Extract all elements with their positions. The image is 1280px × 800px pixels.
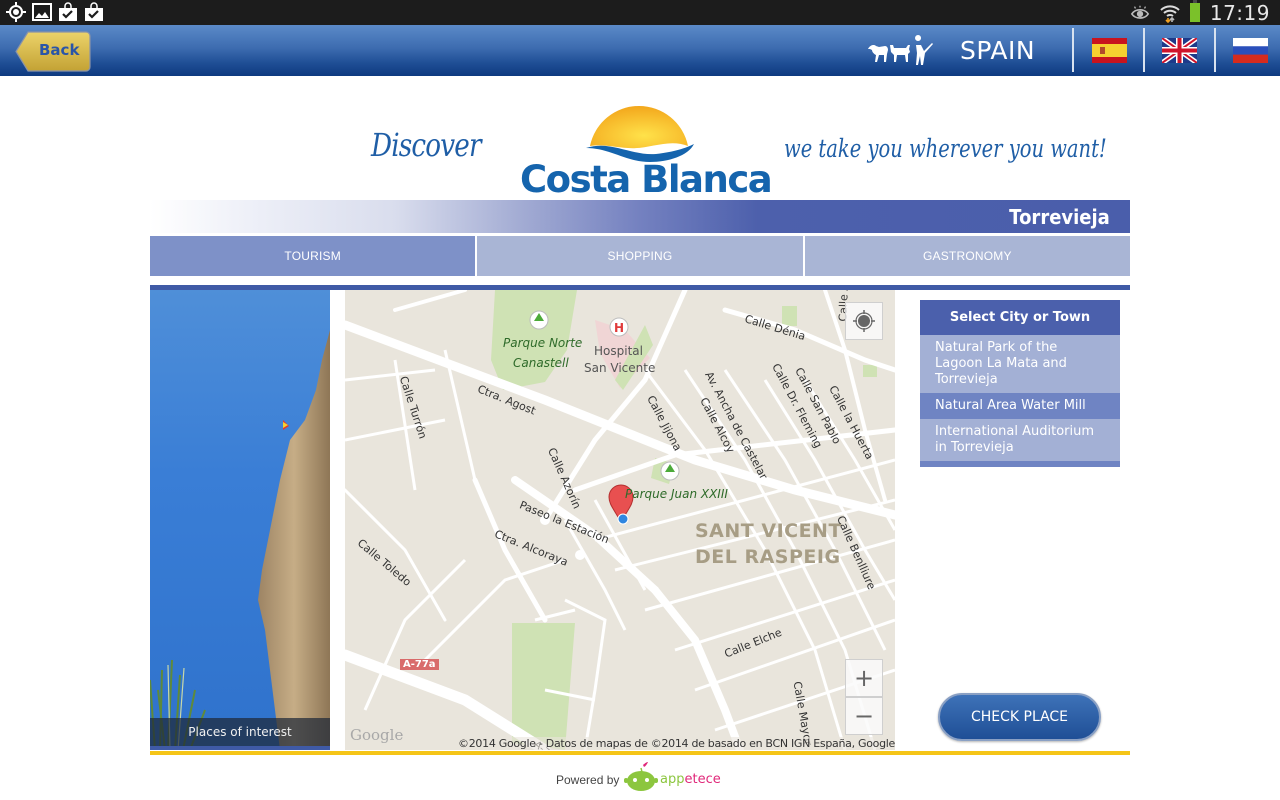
divider	[150, 746, 330, 750]
svg-text:H: H	[614, 321, 624, 335]
flag-uk-icon[interactable]	[1160, 35, 1199, 66]
zoom-in-button[interactable]: +	[845, 659, 883, 697]
my-location-button[interactable]	[845, 302, 883, 340]
map-city-label: SANT VICENT	[695, 520, 842, 542]
back-button[interactable]: Back	[15, 31, 91, 72]
city-name: Torrevieja	[1009, 205, 1110, 229]
city-selector-header: Select City or Town	[920, 300, 1120, 335]
flag-russia-icon[interactable]	[1233, 38, 1268, 63]
list-item[interactable]: Natural Area Water Mill	[920, 393, 1120, 419]
slogan: we take you wherever you want!	[784, 134, 1107, 163]
app-header: Back SPAIN	[0, 25, 1280, 76]
park-icon	[529, 310, 549, 330]
list-item[interactable]: International Auditorium in Torrevieja	[920, 419, 1120, 461]
list-item[interactable]: Natural Park of the Lagoon La Mata and T…	[920, 335, 1120, 393]
brand-etece: etece	[684, 772, 721, 787]
map-label: Parque Juan XXIII	[625, 487, 728, 501]
map-label: San Vicente	[584, 361, 656, 375]
divider	[920, 461, 1120, 467]
gallery-icon	[32, 2, 52, 22]
shopping-bag-check-icon	[84, 2, 104, 22]
divider	[1214, 28, 1216, 72]
powered-by-label: Powered by	[556, 773, 620, 787]
map-attribution[interactable]: ©2014 Google - Datos de mapas de ©2014 d…	[458, 737, 895, 750]
my-location-icon	[853, 310, 875, 332]
flag-spain-icon[interactable]	[1092, 38, 1127, 63]
shopping-bag-check-icon	[58, 2, 78, 22]
logo-text: Costa Blanca	[520, 158, 773, 201]
appetece-logo-icon	[624, 762, 658, 791]
tab-shopping[interactable]: SHOPPING	[477, 236, 803, 276]
tab-gastronomy[interactable]: GASTRONOMY	[804, 236, 1130, 276]
divider	[1072, 28, 1074, 72]
spain-symbols-icon	[868, 35, 933, 65]
google-logo: Google	[350, 726, 404, 744]
tab-tourism[interactable]: TOURISM	[150, 236, 476, 276]
appetece-brand: appetece	[660, 772, 721, 787]
status-bar: 17:19	[0, 0, 1280, 25]
back-label: Back	[39, 41, 80, 59]
map-view[interactable]: H Parque Norte Canastell Hospital San Vi…	[345, 290, 895, 750]
map-label: Canastell	[513, 356, 569, 370]
road-badge: A-77a	[400, 659, 439, 670]
cliff-image	[150, 330, 330, 750]
hospital-icon: H	[609, 317, 629, 337]
city-banner: Torrevieja	[150, 200, 1130, 233]
park-icon	[660, 461, 680, 481]
brand-app: app	[660, 772, 685, 787]
gps-icon	[6, 2, 26, 22]
wifi-icon	[1160, 3, 1180, 23]
photo-caption: Places of interest	[150, 718, 330, 746]
category-tabs: TOURISM SHOPPING GASTRONOMY	[150, 236, 1130, 276]
zoom-out-button[interactable]: −	[845, 697, 883, 735]
eye-icon	[1130, 3, 1150, 23]
battery-icon	[1189, 0, 1200, 22]
divider	[150, 751, 1130, 755]
discover-text: Discover	[371, 126, 482, 164]
map-label: Hospital	[594, 344, 643, 358]
country-name: SPAIN	[960, 36, 1036, 65]
check-place-button[interactable]: CHECK PLACE	[938, 693, 1101, 741]
places-of-interest-photo[interactable]: Places of interest	[150, 290, 330, 750]
map-city-label: DEL RASPEIG	[695, 546, 841, 568]
clock: 17:19	[1209, 0, 1270, 25]
divider	[1143, 28, 1145, 72]
map-label: Parque Norte	[503, 336, 583, 350]
city-selector: Select City or Town Natural Park of the …	[920, 300, 1120, 467]
